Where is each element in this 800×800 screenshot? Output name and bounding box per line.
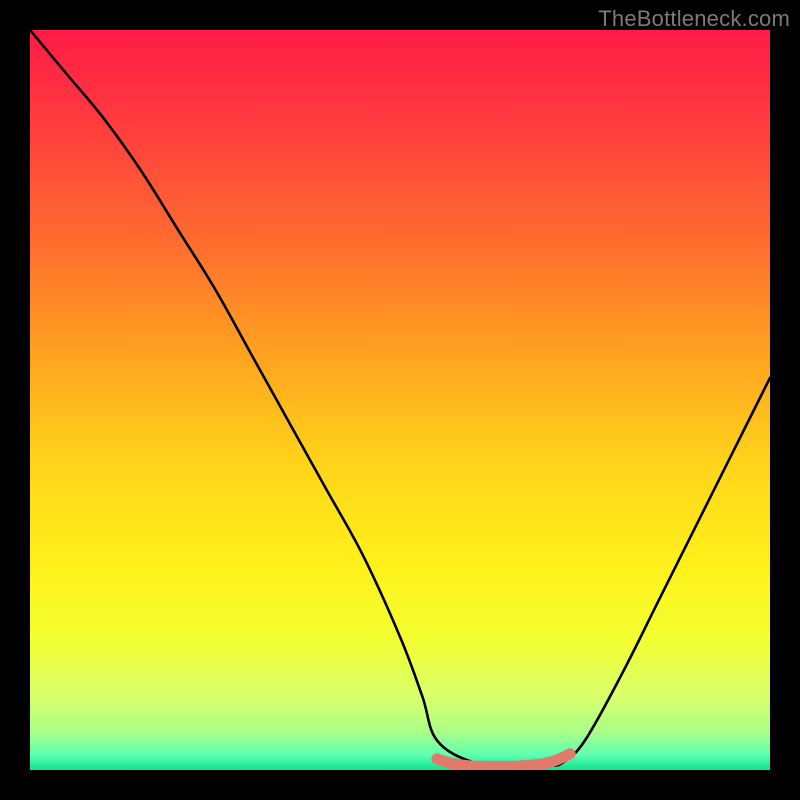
plot-area	[30, 30, 770, 770]
curve-layer	[30, 30, 770, 770]
bottleneck-curve	[30, 30, 770, 766]
chart-frame: TheBottleneck.com	[0, 0, 800, 800]
watermark-text: TheBottleneck.com	[598, 6, 790, 32]
